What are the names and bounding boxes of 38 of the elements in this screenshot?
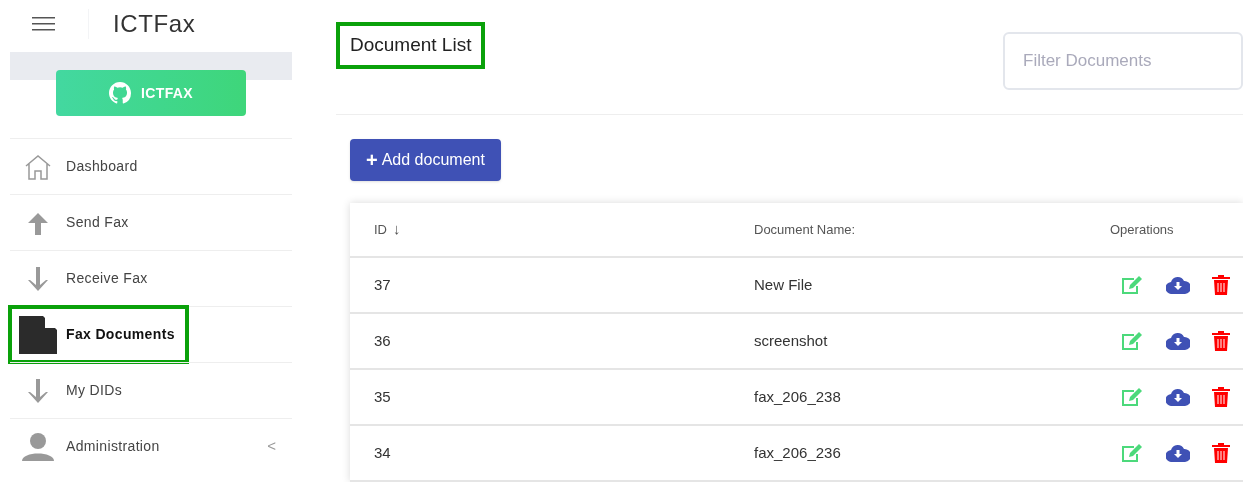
table-cell-text: 36 xyxy=(374,330,392,351)
document-icon xyxy=(19,315,57,354)
sidebar-item[interactable]: Administration xyxy=(10,419,160,474)
sidebar-item[interactable]: Receive Fax xyxy=(10,251,148,306)
app-title: ICTFax xyxy=(113,9,196,39)
menu-icon[interactable] xyxy=(32,17,55,31)
column-header: Document Name: xyxy=(754,220,857,239)
sort-icon[interactable]: ↓ xyxy=(393,218,401,241)
arrow-down-icon xyxy=(25,266,51,291)
cloud-download-icon[interactable] xyxy=(1166,276,1190,294)
trash-icon[interactable] xyxy=(1212,387,1230,407)
column-header: Operations xyxy=(1110,220,1175,239)
add-document-button[interactable]: + Add document xyxy=(350,139,501,181)
page-title: Document List xyxy=(336,22,486,69)
cloud-download-icon[interactable] xyxy=(1166,332,1190,350)
filter-field[interactable]: Filter Documents xyxy=(1003,32,1243,90)
sidebar-item[interactable]: Fax Documents xyxy=(10,307,187,362)
table-cell-text: 35 xyxy=(374,386,392,407)
trash-icon[interactable] xyxy=(1212,331,1230,351)
table-cell-text: fax_206_238 xyxy=(754,386,842,407)
column-header[interactable]: ID ↓ xyxy=(374,218,754,241)
sidebar-item[interactable]: Dashboard xyxy=(10,139,138,194)
table-cell-text: screenshot xyxy=(754,330,829,351)
table-cell-text: 37 xyxy=(374,274,392,295)
cloud-download-icon[interactable] xyxy=(1166,444,1190,462)
sidebar-item[interactable]: Send Fax xyxy=(10,195,129,250)
table-cell-text: New File xyxy=(754,274,814,295)
table-cell-text: fax_206_236 xyxy=(754,442,842,463)
trash-icon[interactable] xyxy=(1212,443,1230,463)
github-icon xyxy=(109,82,132,104)
arrow-down-icon xyxy=(25,378,51,403)
plus-icon: + xyxy=(366,150,378,170)
sidebar-item[interactable]: My DIDs xyxy=(10,363,123,418)
house-icon xyxy=(23,153,53,180)
table-cell-text: 34 xyxy=(374,442,392,463)
trash-icon[interactable] xyxy=(1212,275,1230,295)
cloud-download-icon[interactable] xyxy=(1166,388,1190,406)
person-icon xyxy=(20,432,56,461)
